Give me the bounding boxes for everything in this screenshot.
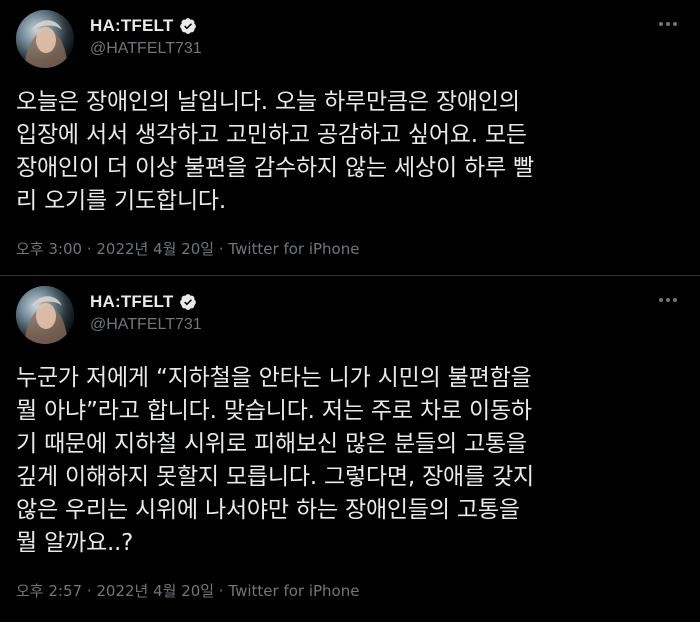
handle[interactable]: @HATFELT731 (90, 40, 202, 58)
more-options-icon[interactable] (654, 14, 682, 34)
display-name[interactable]: HA:TFELT (90, 16, 173, 36)
source-label[interactable]: Twitter for iPhone (228, 240, 359, 258)
tweet-text: 오늘은 장애인의 날입니다. 오늘 하루만큼은 장애인의 입장에 서서 생각하고… (16, 89, 535, 214)
author-row: HA:TFELT (90, 290, 197, 314)
timestamp[interactable]: 오후 3:00 · 2022년 4월 20일 · (16, 240, 228, 258)
tweet-meta: 오후 3:00 · 2022년 4월 20일 · Twitter for iPh… (16, 238, 359, 259)
avatar[interactable] (16, 286, 74, 344)
tweet-meta: 오후 2:57 · 2022년 4월 20일 · Twitter for iPh… (16, 580, 359, 601)
avatar-image (16, 10, 74, 68)
timestamp[interactable]: 오후 2:57 · 2022년 4월 20일 · (16, 582, 228, 600)
handle[interactable]: @HATFELT731 (90, 316, 202, 334)
verified-badge-icon (180, 294, 197, 310)
avatar-image (16, 286, 74, 344)
avatar[interactable] (16, 10, 74, 68)
display-name[interactable]: HA:TFELT (90, 292, 173, 312)
verified-badge-icon (180, 18, 197, 34)
author-row: HA:TFELT (90, 14, 197, 38)
source-label[interactable]: Twitter for iPhone (228, 582, 359, 600)
more-options-icon[interactable] (654, 290, 682, 310)
tweet: HA:TFELT @HATFELT731 누군가 저에게 “지하철을 안타는 니… (0, 276, 700, 622)
tweet: HA:TFELT @HATFELT731 오늘은 장애인의 날입니다. 오늘 하… (0, 0, 700, 276)
tweet-text: 누군가 저에게 “지하철을 안타는 니가 시민의 불편함을 뭘 아냐”라고 합니… (16, 365, 535, 556)
